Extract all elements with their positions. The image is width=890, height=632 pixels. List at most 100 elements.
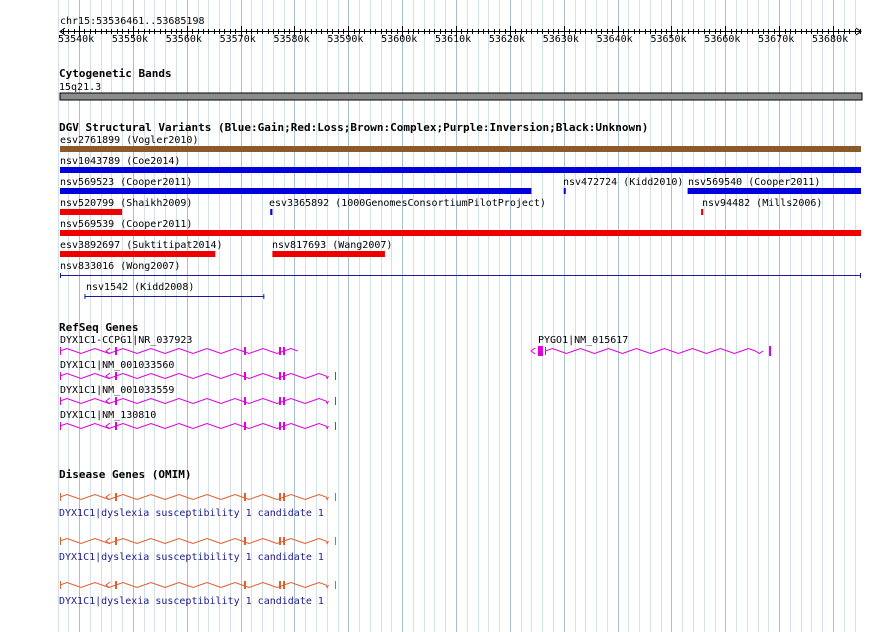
dgv-variant-label[interactable]: nsv1043789 (Coe2014) bbox=[60, 156, 180, 167]
gene-exon bbox=[244, 372, 246, 380]
ruler-tick-label: 53650k bbox=[650, 34, 687, 45]
gene-exon bbox=[283, 347, 285, 355]
dgv-variant-bar bbox=[60, 167, 861, 173]
refseq-gene-label[interactable]: DYX1C1-CCPG1|NR_037923 bbox=[60, 335, 192, 346]
omim-gene-model bbox=[59, 537, 336, 545]
dgv-variant-bar bbox=[60, 209, 123, 215]
gene-exon bbox=[283, 581, 285, 589]
dgv-variant-bar bbox=[272, 251, 385, 257]
cytoband-label: 15q21.3 bbox=[59, 82, 102, 93]
dgv-variant-label[interactable]: nsv1542 (Kidd2008) bbox=[86, 282, 194, 293]
omim-gene-label[interactable]: DYX1C1|dyslexia susceptibility 1 candida… bbox=[59, 508, 324, 519]
ruler-tick-label: 53680k bbox=[812, 34, 849, 45]
gene-intron-line bbox=[59, 347, 298, 355]
gene-intron-line bbox=[545, 347, 764, 355]
dgv-variant-bar bbox=[563, 188, 566, 194]
ruler-tick-label: 53660k bbox=[704, 34, 741, 45]
dgv-variant-label[interactable]: nsv569539 (Cooper2011) bbox=[60, 219, 192, 230]
ruler-tick-label: 53580k bbox=[273, 34, 310, 45]
ruler-tick-label: 53670k bbox=[758, 34, 795, 45]
ruler-tick-label: 53630k bbox=[542, 34, 579, 45]
dgv-variant-bar bbox=[60, 188, 532, 194]
dgv-variant-label[interactable]: nsv94482 (Mills2006) bbox=[702, 198, 822, 209]
gene-exon bbox=[283, 493, 285, 501]
dgv-variant-label[interactable]: nsv833016 (Wong2007) bbox=[60, 261, 180, 272]
gene-exon bbox=[60, 397, 61, 405]
gene-exon bbox=[115, 581, 117, 589]
gene-exon bbox=[279, 372, 281, 380]
refseq-gene-model bbox=[530, 346, 771, 356]
ruler-tick-label: 53550k bbox=[111, 34, 149, 45]
gene-exon bbox=[60, 581, 61, 589]
gene-exon bbox=[115, 397, 117, 405]
ruler-tick-label: 53540k bbox=[58, 34, 95, 45]
gene-exon bbox=[115, 493, 117, 501]
gene-exon bbox=[279, 422, 281, 430]
dgv-variant-label[interactable]: nsv472724 (Kidd2010) bbox=[563, 177, 683, 188]
gene-exon bbox=[244, 581, 246, 589]
gene-intron-line bbox=[59, 372, 329, 380]
gene-intron-line bbox=[59, 422, 329, 430]
dgv-variant-label[interactable]: esv2761899 (Vogler2010) bbox=[60, 135, 198, 146]
ruler-tick-label: 53570k bbox=[219, 34, 256, 45]
refseq-gene-label[interactable]: DYX1C1|NM_001033560 bbox=[60, 360, 174, 371]
gene-exon bbox=[244, 397, 246, 405]
dgv-variant-label[interactable]: nsv569540 (Cooper2011) bbox=[688, 177, 820, 188]
refseq-gene-model bbox=[59, 372, 336, 380]
gene-strand-arrow bbox=[530, 347, 536, 355]
gene-exon bbox=[279, 397, 281, 405]
cytoband-track-title: Cytogenetic Bands bbox=[59, 67, 172, 80]
dgv-variant-label[interactable]: nsv817693 (Wang2007) bbox=[272, 240, 392, 251]
gene-exon bbox=[279, 347, 281, 355]
dgv-variant-label[interactable]: esv3892697 (Suktitipat2014) bbox=[60, 240, 223, 251]
gene-exon bbox=[279, 493, 281, 501]
gene-intron-line bbox=[59, 493, 329, 501]
gene-exon bbox=[60, 347, 61, 355]
refseq-gene-label[interactable]: PYGO1|NM_015617 bbox=[538, 335, 628, 346]
ruler-tick-label: 53600k bbox=[381, 34, 418, 45]
dgv-variant-bar bbox=[60, 251, 216, 257]
refseq-gene-model bbox=[59, 397, 336, 405]
gene-exon bbox=[115, 372, 117, 380]
gene-intron-line bbox=[59, 397, 329, 405]
gene-intron-line bbox=[59, 581, 329, 589]
omim-gene-model bbox=[59, 581, 336, 589]
gene-exon bbox=[769, 346, 771, 356]
gene-exon bbox=[335, 581, 336, 589]
gene-exon bbox=[244, 537, 246, 545]
dgv-variant-label[interactable]: nsv569523 (Cooper2011) bbox=[60, 177, 192, 188]
omim-gene-label[interactable]: DYX1C1|dyslexia susceptibility 1 candida… bbox=[59, 552, 324, 563]
refseq-gene-label[interactable]: DYX1C1|NM_001033559 bbox=[60, 385, 174, 396]
coordinate-label: chr15:53536461..53685198 bbox=[60, 16, 205, 27]
gene-exon bbox=[538, 346, 543, 356]
gene-exon bbox=[283, 397, 285, 405]
gene-exon bbox=[115, 422, 117, 430]
gene-exon bbox=[115, 347, 117, 355]
gene-exon bbox=[244, 422, 246, 430]
dgv-track-title: DGV Structural Variants (Blue:Gain;Red:L… bbox=[59, 121, 649, 134]
ruler-tick-label: 53610k bbox=[435, 34, 472, 45]
dgv-variant-bar bbox=[687, 188, 861, 194]
dgv-variant-label[interactable]: nsv520799 (Shaikh2009) bbox=[60, 198, 192, 209]
gene-exon bbox=[283, 422, 285, 430]
ruler-tick-label: 53590k bbox=[327, 34, 364, 45]
gene-exon bbox=[335, 537, 336, 545]
refseq-gene-label[interactable]: DYX1C1|NM_130810 bbox=[60, 410, 156, 421]
track-panel bbox=[59, 26, 863, 589]
omim-gene-model bbox=[59, 493, 336, 501]
gene-exon bbox=[244, 347, 246, 355]
omim-gene-label[interactable]: DYX1C1|dyslexia susceptibility 1 candida… bbox=[59, 596, 324, 607]
gene-exon bbox=[283, 537, 285, 545]
omim-track-title: Disease Genes (OMIM) bbox=[59, 468, 192, 481]
dgv-variant-label[interactable]: esv3365892 (1000GenomesConsortiumPilotPr… bbox=[269, 198, 546, 209]
gene-exon bbox=[335, 372, 336, 380]
gene-exon bbox=[335, 397, 336, 405]
gene-exon bbox=[60, 537, 61, 545]
dgv-variant-bar bbox=[701, 209, 704, 215]
gene-exon bbox=[60, 422, 61, 430]
gene-exon bbox=[60, 493, 61, 501]
dgv-variant-bar bbox=[60, 146, 861, 152]
ruler-tick-label: 53560k bbox=[165, 34, 202, 45]
dgv-variant-bar bbox=[270, 209, 273, 215]
refseq-gene-model bbox=[59, 347, 298, 355]
